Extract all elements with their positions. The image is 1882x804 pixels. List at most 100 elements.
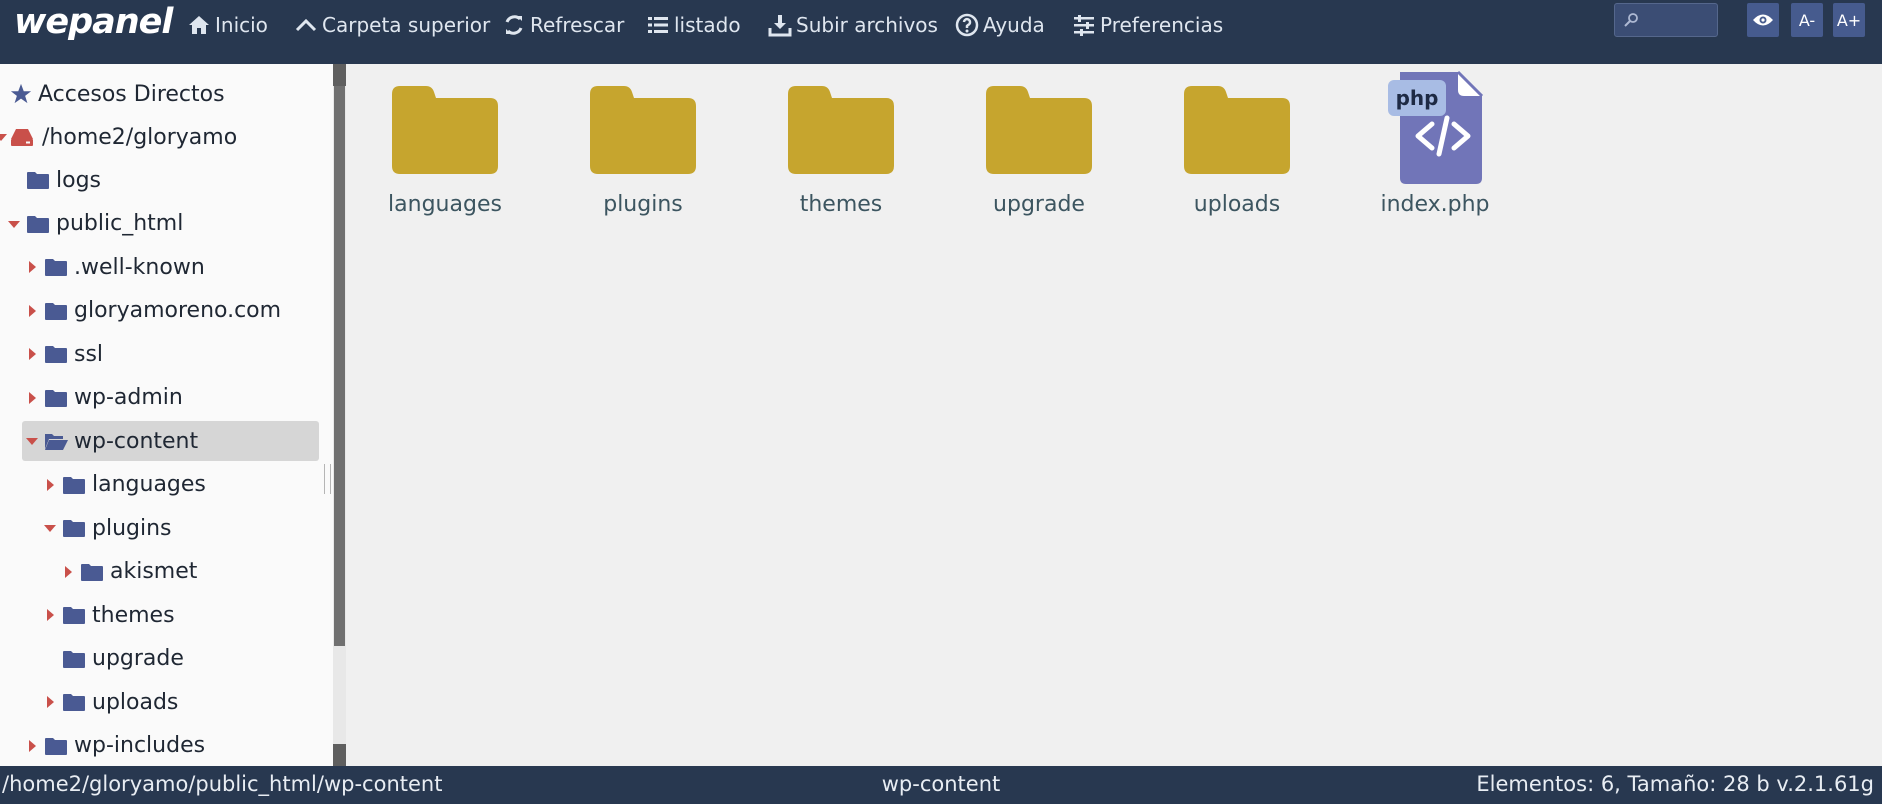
scrollbar-thumb[interactable]	[334, 86, 345, 646]
toolbar-list-view-button[interactable]: listado	[646, 10, 741, 40]
caret-right-icon[interactable]	[61, 565, 75, 579]
folder-icon	[544, 74, 742, 184]
sidebar-item-label: plugins	[92, 515, 172, 541]
font-decrease-button[interactable]: A-	[1791, 3, 1823, 37]
font-increase-button[interactable]: A+	[1833, 3, 1865, 37]
folder-icon	[44, 257, 68, 277]
caret-down-icon[interactable]	[43, 521, 57, 535]
sidebar-item-label: ssl	[74, 341, 104, 367]
toolbar-parent-folder-button[interactable]: Carpeta superior	[294, 10, 490, 40]
folder-item-themes[interactable]: themes	[742, 70, 940, 240]
folder-item-upgrade[interactable]: upgrade	[940, 70, 1138, 240]
file-item-index-php[interactable]: php index.php	[1336, 70, 1534, 240]
caret-right-icon[interactable]	[43, 478, 57, 492]
toolbar-parent-folder-label: Carpeta superior	[322, 13, 491, 37]
sidebar-item-wp-content[interactable]: wp-content	[22, 421, 319, 461]
sidebar-item-public-html[interactable]: public_html	[7, 204, 183, 244]
sliders-icon	[1074, 15, 1094, 36]
caret-right-icon[interactable]	[25, 347, 39, 361]
caret-right-icon[interactable]	[25, 391, 39, 405]
toolbar-help-label: Ayuda	[983, 13, 1045, 37]
folder-icon	[26, 214, 50, 234]
view-toggle-button[interactable]	[1747, 3, 1779, 37]
folder-tree-sidebar: Accesos Directos /home2/gloryamo logs pub…	[0, 64, 333, 766]
sidebar-item-ssl[interactable]: ssl	[25, 334, 103, 374]
sidebar-item-akismet[interactable]: akismet	[61, 552, 197, 592]
folder-icon	[62, 518, 86, 538]
item-label: plugins	[603, 192, 683, 217]
sidebar-item-uploads[interactable]: uploads	[43, 682, 178, 722]
folder-icon	[940, 74, 1138, 184]
sidebar-item-label: wp-content	[74, 428, 199, 454]
toolbar-home-label: Inicio	[215, 13, 268, 37]
caret-right-icon[interactable]	[43, 695, 57, 709]
toolbar-preferences-label: Preferencias	[1100, 13, 1224, 37]
scroll-down-arrow[interactable]	[333, 744, 346, 766]
caret-right-icon[interactable]	[25, 260, 39, 274]
toolbar-upload-button[interactable]: Subir archivos	[768, 10, 938, 40]
search-box[interactable]	[1614, 3, 1718, 37]
toolbar-refresh-button[interactable]: Refrescar	[502, 10, 624, 40]
file-grid: languages plugins themes upgrade uploads php i…	[346, 64, 1882, 766]
item-label: uploads	[1193, 192, 1281, 217]
status-info: Elementos: 6, Tamaño: 28 b v.2.1.61g	[1476, 772, 1874, 796]
chevron-up-icon	[295, 18, 317, 32]
folder-icon	[742, 74, 940, 184]
toolbar-upload-label: Subir archivos	[796, 13, 938, 37]
sidebar-shortcuts[interactable]: Accesos Directos	[10, 74, 225, 114]
folder-item-uploads[interactable]: uploads	[1138, 70, 1336, 240]
upload-icon	[768, 15, 792, 37]
caret-right-icon[interactable]	[25, 304, 39, 318]
php-badge-text: php	[1396, 86, 1439, 110]
sidebar-resize-handle[interactable]	[324, 464, 331, 494]
toolbar-refresh-label: Refrescar	[530, 13, 625, 37]
list-icon	[648, 17, 668, 33]
top-toolbar: wepanel Inicio Carpeta superior Refresca…	[0, 0, 1882, 64]
toolbar-help-button[interactable]: Ayuda	[955, 10, 1045, 40]
php-file-icon: php	[1336, 70, 1534, 184]
caret-down-icon[interactable]	[25, 434, 39, 448]
item-label: themes	[799, 192, 883, 217]
home-icon	[189, 16, 209, 34]
sidebar-root[interactable]: /home2/gloryamo	[0, 117, 237, 157]
sidebar-item-themes[interactable]: themes	[43, 595, 175, 635]
folder-icon	[62, 605, 86, 625]
sidebar-item-label: languages	[92, 472, 206, 497]
item-label: index.php	[1380, 192, 1490, 217]
sidebar-item-label: uploads	[92, 689, 179, 715]
sidebar-item-logs[interactable]: logs	[7, 160, 101, 200]
folder-icon	[26, 170, 50, 190]
scroll-up-arrow[interactable]	[333, 64, 346, 86]
status-bar: /home2/gloryamo/public_html/wp-content w…	[0, 766, 1882, 804]
sidebar-item-gloryamoreno-com[interactable]: gloryamoreno.com	[25, 291, 281, 331]
sidebar-scrollbar[interactable]	[333, 64, 346, 766]
sidebar-item-label: gloryamoreno.com	[74, 298, 282, 323]
folder-item-plugins[interactable]: plugins	[544, 70, 742, 240]
sidebar-item-label: themes	[92, 602, 175, 628]
sidebar-item-plugins[interactable]: plugins	[43, 508, 172, 548]
sidebar-item-upgrade[interactable]: upgrade	[43, 639, 184, 679]
sidebar-item-label: .well-known	[74, 254, 205, 280]
folder-icon	[44, 344, 68, 364]
sidebar-item-well-known[interactable]: .well-known	[25, 247, 205, 287]
folder-item-languages[interactable]: languages	[346, 70, 544, 240]
sidebar-item-wp-admin[interactable]: wp-admin	[25, 378, 183, 418]
caret-down-icon[interactable]	[7, 217, 21, 231]
sidebar-item-label: wp-includes	[74, 733, 206, 758]
brand-logo: wepanel	[14, 2, 173, 42]
folder-icon	[80, 562, 104, 582]
item-label: upgrade	[993, 192, 1085, 217]
item-label: languages	[388, 192, 502, 217]
sidebar-item-wp-includes[interactable]: wp-includes	[25, 726, 205, 766]
caret-right-icon[interactable]	[25, 739, 39, 753]
sidebar-item-label: akismet	[110, 559, 198, 584]
sidebar-item-languages[interactable]: languages	[43, 465, 206, 505]
sidebar-item-label: upgrade	[92, 646, 184, 671]
caret-right-icon[interactable]	[43, 608, 57, 622]
sidebar-item-label: wp-admin	[74, 385, 183, 410]
toolbar-home-button[interactable]: Inicio	[187, 10, 268, 40]
search-input[interactable]	[1643, 8, 1717, 34]
folder-icon	[62, 475, 86, 495]
folder-icon	[62, 649, 86, 669]
toolbar-preferences-button[interactable]: Preferencias	[1072, 10, 1223, 40]
